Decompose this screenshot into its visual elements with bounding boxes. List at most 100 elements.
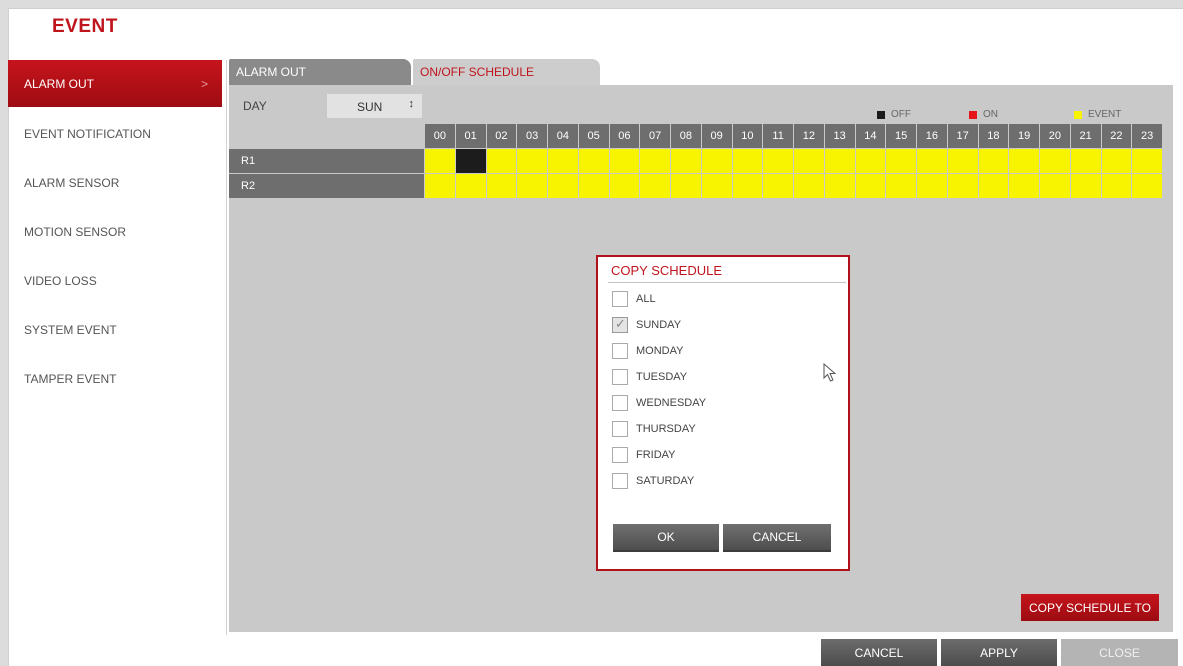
chevron-right-icon: >	[200, 76, 208, 91]
schedule-cell[interactable]	[671, 149, 701, 173]
schedule-cell[interactable]	[978, 149, 1009, 173]
schedule-cell[interactable]	[763, 149, 793, 173]
sidebar-item-alarm-sensor[interactable]: ALARM SENSOR	[8, 158, 222, 207]
option-saturday[interactable]: SATURDAY	[612, 471, 694, 491]
schedule-cell[interactable]	[855, 149, 886, 173]
schedule-cell[interactable]	[548, 174, 578, 198]
checkbox[interactable]	[612, 473, 628, 489]
schedule-cell[interactable]	[701, 149, 732, 173]
tab-alarm-out[interactable]: ALARM OUT	[229, 59, 411, 85]
option-label: WEDNESDAY	[636, 397, 707, 409]
schedule-cell[interactable]	[578, 149, 609, 173]
legend-label: OFF	[891, 109, 911, 120]
schedule-cell[interactable]	[855, 174, 886, 198]
schedule-cell[interactable]	[978, 174, 1009, 198]
sidebar-item-event-notification[interactable]: EVENT NOTIFICATION	[8, 109, 222, 158]
option-label: SATURDAY	[636, 475, 695, 487]
schedule-cell[interactable]	[1070, 149, 1101, 173]
checkbox[interactable]	[612, 421, 628, 437]
option-friday[interactable]: FRIDAY	[612, 445, 676, 465]
hour-header-cell: 20	[1040, 124, 1070, 148]
schedule-cell[interactable]	[1070, 174, 1101, 198]
schedule-cell[interactable]	[732, 174, 763, 198]
apply-button[interactable]: APPLY	[941, 639, 1057, 666]
schedule-cell[interactable]	[517, 174, 547, 198]
schedule-cell[interactable]	[824, 174, 855, 198]
mouse-cursor-icon	[823, 363, 837, 382]
sidebar-item-motion-sensor[interactable]: MOTION SENSOR	[8, 207, 222, 256]
schedule-cell[interactable]	[1101, 174, 1132, 198]
schedule-cell[interactable]	[732, 149, 763, 173]
dialog-divider	[608, 282, 846, 283]
option-sunday[interactable]: SUNDAY	[612, 315, 681, 335]
hour-header-cell: 23	[1132, 124, 1162, 148]
checkbox[interactable]	[612, 369, 628, 385]
event-swatch-icon	[1074, 110, 1082, 119]
schedule-cell[interactable]	[578, 174, 609, 198]
sidebar: ALARM OUT > EVENT NOTIFICATION ALARM SEN…	[8, 60, 222, 403]
schedule-cell[interactable]	[824, 149, 855, 173]
schedule-cell[interactable]	[794, 149, 824, 173]
schedule-cell[interactable]	[455, 174, 486, 198]
checkbox[interactable]	[612, 316, 628, 333]
schedule-cell[interactable]	[640, 174, 670, 198]
schedule-cell[interactable]	[671, 174, 701, 198]
schedule-cell[interactable]	[886, 174, 916, 198]
schedule-cell[interactable]	[947, 174, 978, 198]
on-swatch-icon	[969, 110, 977, 119]
row-label-r2: R2	[229, 174, 424, 198]
schedule-cell[interactable]	[548, 149, 578, 173]
schedule-cell[interactable]	[609, 149, 640, 173]
tab-on-off-schedule[interactable]: ON/OFF SCHEDULE	[413, 59, 600, 85]
checkbox[interactable]	[612, 343, 628, 359]
checkbox[interactable]	[612, 291, 628, 307]
schedule-cell[interactable]	[425, 174, 455, 198]
sidebar-item-alarm-out[interactable]: ALARM OUT >	[8, 60, 222, 107]
spinner-arrows-icon[interactable]: ↕	[409, 98, 415, 110]
schedule-cell[interactable]	[1040, 149, 1070, 173]
hour-header-cell: 09	[701, 124, 732, 148]
ok-button[interactable]: OK	[613, 524, 719, 552]
close-button[interactable]: CLOSE	[1061, 639, 1178, 666]
dialog-cancel-button[interactable]: CANCEL	[723, 524, 831, 552]
cancel-button[interactable]: CANCEL	[821, 639, 937, 666]
day-spinner[interactable]: SUN ↕	[327, 94, 422, 118]
option-wednesday[interactable]: WEDNESDAY	[612, 393, 706, 413]
schedule-cell[interactable]	[455, 149, 486, 173]
hour-header-cell: 12	[794, 124, 824, 148]
schedule-cell[interactable]	[886, 149, 916, 173]
option-monday[interactable]: MONDAY	[612, 341, 683, 361]
schedule-cell[interactable]	[917, 149, 947, 173]
sidebar-item-system-event[interactable]: SYSTEM EVENT	[8, 305, 222, 354]
checkbox[interactable]	[612, 447, 628, 463]
sidebar-item-tamper-event[interactable]: TAMPER EVENT	[8, 354, 222, 403]
sidebar-item-label: TAMPER EVENT	[24, 371, 117, 386]
hour-header-cell: 13	[824, 124, 855, 148]
sidebar-item-video-loss[interactable]: VIDEO LOSS	[8, 256, 222, 305]
option-thursday[interactable]: THURSDAY	[612, 419, 696, 439]
schedule-cell[interactable]	[517, 149, 547, 173]
schedule-cell[interactable]	[609, 174, 640, 198]
schedule-cell[interactable]	[1101, 149, 1132, 173]
schedule-cell[interactable]	[763, 174, 793, 198]
schedule-cell[interactable]	[425, 149, 455, 173]
option-tuesday[interactable]: TUESDAY	[612, 367, 687, 387]
hour-header-cell: 21	[1070, 124, 1101, 148]
schedule-cell[interactable]	[640, 149, 670, 173]
option-all[interactable]: ALL	[612, 289, 656, 309]
schedule-cell[interactable]	[947, 149, 978, 173]
schedule-cell[interactable]	[794, 174, 824, 198]
schedule-row-r2	[425, 174, 1163, 198]
schedule-cell[interactable]	[917, 174, 947, 198]
schedule-cell[interactable]	[1009, 174, 1039, 198]
legend-label: ON	[983, 109, 998, 120]
schedule-cell[interactable]	[1132, 149, 1162, 173]
copy-schedule-to-button[interactable]: COPY SCHEDULE TO	[1021, 594, 1159, 621]
schedule-cell[interactable]	[701, 174, 732, 198]
schedule-cell[interactable]	[1132, 174, 1162, 198]
schedule-cell[interactable]	[486, 149, 517, 173]
schedule-cell[interactable]	[1009, 149, 1039, 173]
schedule-cell[interactable]	[486, 174, 517, 198]
schedule-cell[interactable]	[1040, 174, 1070, 198]
checkbox[interactable]	[612, 395, 628, 411]
